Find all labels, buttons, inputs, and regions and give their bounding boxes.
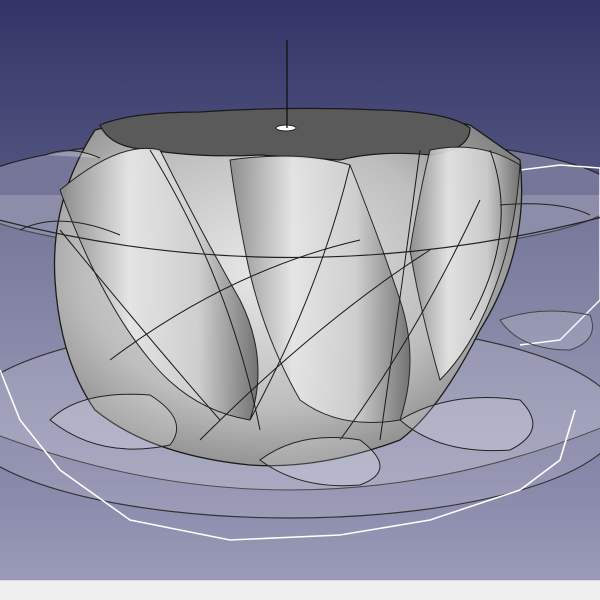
status-bar [0, 580, 600, 600]
shaft-hole [275, 124, 297, 132]
freecad-app-window [0, 0, 600, 600]
3d-viewport[interactable] [0, 0, 600, 580]
3d-scene[interactable] [0, 0, 600, 580]
